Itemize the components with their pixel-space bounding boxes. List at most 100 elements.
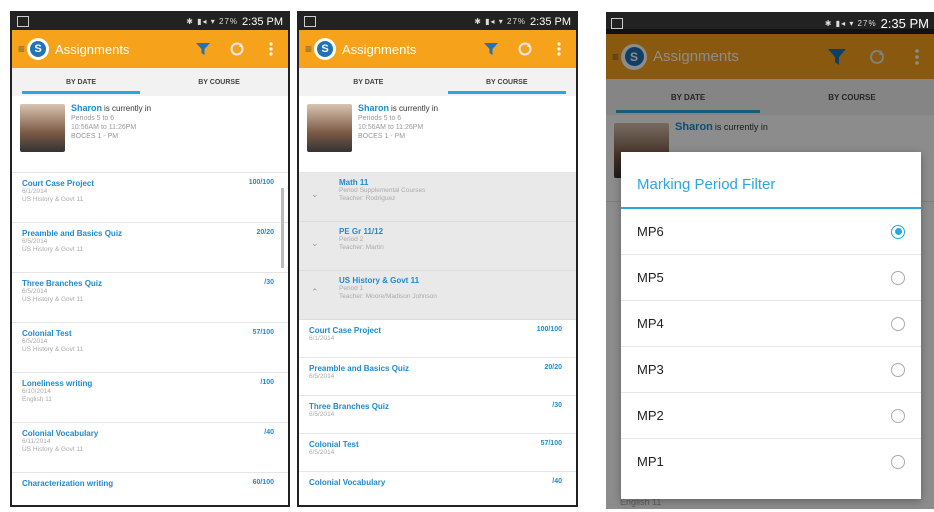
assignment-list: Court Case Project 6/1/2014 US History &…	[12, 173, 288, 505]
assignment-date: 6/5/2014	[309, 373, 335, 380]
assignment-course: US History & Govt 11	[22, 296, 84, 303]
list-item[interactable]: Three Branches Quiz 6/5/2014 US History …	[12, 273, 288, 323]
option-mp1[interactable]: MP1	[621, 439, 921, 484]
assignment-name: Court Case Project	[22, 179, 95, 188]
tab-by-date[interactable]: BY DATE	[299, 68, 438, 96]
student-name: Sharon	[71, 103, 103, 113]
course-period: Period 1	[339, 285, 364, 292]
list-item[interactable]: Colonial Test 6/5/2014 57/100	[299, 434, 576, 472]
assignment-name: Court Case Project	[309, 326, 382, 335]
phone-screen-by-date: ✱ ▮◂ ▾ 27% 2:35 PM ≡ S Assignments BY DA…	[10, 11, 290, 507]
assignment-name: Three Branches Quiz	[309, 402, 390, 411]
assignment-score: /30	[264, 279, 274, 286]
course-teacher: Teacher: Moore/Madison Johnson	[339, 293, 437, 300]
list-item[interactable]: Preamble and Basics Quiz 6/5/2014 US His…	[12, 223, 288, 273]
course-item[interactable]: ⌄ Math 11 Period Supplemental Courses Te…	[299, 173, 576, 222]
student-location: BOCES 1 - PM	[71, 133, 119, 140]
assignment-course: US History & Govt 11	[22, 196, 84, 203]
student-location: BOCES 1 - PM	[358, 133, 406, 140]
list-item[interactable]: Loneliness writing 6/10/2014 English 11 …	[12, 373, 288, 423]
option-mp5[interactable]: MP5	[621, 255, 921, 301]
assignment-score: 60/100	[252, 479, 274, 486]
list-item[interactable]: Colonial Test 6/5/2014 US History & Govt…	[12, 323, 288, 373]
app-title: Assignments	[55, 41, 130, 57]
assignment-date: 6/1/2014	[22, 188, 48, 195]
status-time: 2:35 PM	[242, 15, 283, 28]
app-logo: S	[27, 38, 50, 60]
student-time: 10:56AM to 11:26PM	[358, 124, 424, 131]
option-mp4[interactable]: MP4	[621, 301, 921, 347]
radio-icon[interactable]	[891, 454, 905, 469]
option-mp6[interactable]: MP6	[621, 209, 921, 255]
scrollbar[interactable]	[281, 188, 284, 268]
filter-icon[interactable]	[480, 42, 502, 56]
logo-letter: S	[30, 41, 47, 57]
radio-icon[interactable]	[891, 270, 905, 285]
phone-screen-by-course: ✱ ▮◂ ▾ 27% 2:35 PM ≡ S Assignments BY DA…	[297, 11, 578, 507]
radio-icon[interactable]	[891, 362, 905, 377]
list-item[interactable]: Preamble and Basics Quiz 6/5/2014 20/20	[299, 358, 576, 396]
option-label: MP3	[637, 362, 664, 377]
assignment-course: US History & Govt 11	[22, 446, 84, 453]
option-mp2[interactable]: MP2	[621, 393, 921, 439]
option-mp3[interactable]: MP3	[621, 347, 921, 393]
phone-screen-filter-dialog: ✱ ▮◂ ▾ 27% 2:35 PM ≡ S Assignments BY DA…	[606, 12, 934, 509]
tab-by-course[interactable]: BY COURSE	[438, 68, 577, 96]
notification-icon	[611, 17, 623, 29]
list-item[interactable]: Court Case Project 6/1/2014 US History &…	[12, 173, 288, 223]
assignment-date: 6/10/2014	[22, 388, 51, 395]
course-name: Math 11	[339, 178, 369, 187]
student-status: is currently in	[103, 104, 152, 113]
course-period: Period Supplemental Courses	[339, 187, 426, 194]
drawer-menu-icon[interactable]: ≡	[18, 42, 25, 56]
list-item[interactable]: Court Case Project 6/1/2014 100/100	[299, 320, 576, 358]
status-time: 2:35 PM	[530, 15, 571, 28]
app-bar: ≡ S Assignments	[12, 30, 288, 68]
chevron-down-icon[interactable]: ⌄	[311, 238, 319, 249]
assignment-name: Three Branches Quiz	[22, 279, 103, 288]
refresh-icon[interactable]	[514, 41, 536, 57]
filter-icon[interactable]	[192, 42, 214, 56]
drawer-menu-icon[interactable]: ≡	[305, 42, 312, 56]
notification-icon	[304, 16, 316, 27]
option-label: MP6	[637, 224, 664, 239]
assignment-name: Preamble and Basics Quiz	[22, 229, 123, 238]
assignment-name: Colonial Test	[22, 329, 72, 338]
assignment-score: 57/100	[252, 329, 274, 336]
list-item[interactable]: Colonial Vocabulary /40	[299, 472, 576, 505]
assignment-date: 6/5/2014	[309, 411, 335, 418]
status-icons: ✱ ▮◂ ▾ 27%	[824, 18, 877, 28]
assignment-score: 20/20	[256, 229, 274, 236]
list-item[interactable]: Colonial Vocabulary 6/11/2014 US History…	[12, 423, 288, 473]
chevron-down-icon[interactable]: ⌄	[311, 189, 319, 200]
chevron-up-icon[interactable]: ⌃	[311, 287, 319, 298]
tab-bar: BY DATE BY COURSE	[12, 68, 288, 96]
assignment-name: Colonial Test	[309, 440, 359, 449]
list-item[interactable]: Three Branches Quiz 6/5/2014 /30	[299, 396, 576, 434]
student-period: Periods 5 to 6	[71, 115, 115, 122]
assignment-name: Loneliness writing	[22, 379, 93, 388]
student-card: Sharon is currently in Periods 5 to 6 10…	[299, 96, 576, 173]
course-item-expanded[interactable]: ⌃ US History & Govt 11 Period 1 Teacher:…	[299, 271, 576, 320]
course-period: Period 2	[339, 236, 364, 243]
overflow-menu-icon[interactable]	[548, 41, 570, 57]
assignment-course: English 11	[22, 396, 52, 403]
list-item[interactable]: Characterization writing 60/100	[12, 473, 288, 505]
marking-period-dialog: Marking Period Filter MP6 MP5 MP4 MP3 MP…	[621, 152, 921, 499]
tab-by-date[interactable]: BY DATE	[12, 68, 150, 96]
assignment-course: US History & Govt 11	[22, 346, 84, 353]
option-label: MP1	[637, 454, 664, 469]
avatar	[307, 104, 352, 152]
radio-icon[interactable]	[891, 408, 905, 423]
course-item[interactable]: ⌄ PE Gr 11/12 Period 2 Teacher: Martin	[299, 222, 576, 271]
radio-selected-icon[interactable]	[891, 224, 905, 239]
avatar	[20, 104, 65, 152]
assignment-name: Preamble and Basics Quiz	[309, 364, 410, 373]
tab-by-course[interactable]: BY COURSE	[150, 68, 288, 96]
overflow-menu-icon[interactable]	[260, 41, 282, 57]
radio-icon[interactable]	[891, 316, 905, 331]
option-label: MP2	[637, 408, 664, 423]
refresh-icon[interactable]	[226, 41, 248, 57]
assignment-score: 20/20	[544, 364, 562, 371]
assignment-date: 6/5/2014	[309, 449, 335, 456]
